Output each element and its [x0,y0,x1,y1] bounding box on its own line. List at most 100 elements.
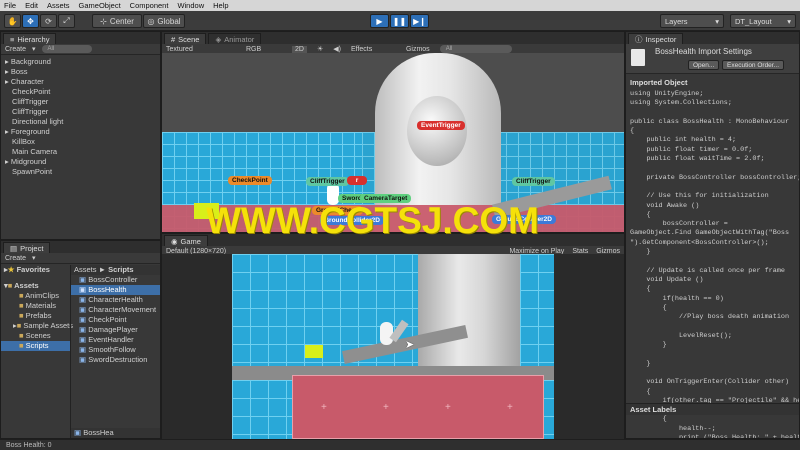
project-folder-item[interactable]: ■ Scripts [1,341,70,351]
breadcrumb-assets[interactable]: Assets [74,265,97,274]
scene-search-input[interactable]: All [439,45,512,53]
play-icon: ▶ [376,16,383,26]
step-button[interactable]: ▶❙ [410,14,429,28]
move-tool-button[interactable]: ✥ [22,14,39,28]
hierarchy-item[interactable]: SpawnPoint [1,167,160,177]
open-button[interactable]: Open... [688,60,720,70]
project-file-item[interactable]: ▣ CharacterHealth [71,295,160,305]
project-file-item[interactable]: ▣ DamagePlayer [71,325,160,335]
scale-tool-button[interactable]: ⤢ [58,14,75,28]
tab-project[interactable]: ▤ Project [3,242,51,253]
hierarchy-item[interactable]: ▸ Foreground [1,127,160,137]
hierarchy-item[interactable]: Directional light [1,117,160,127]
project-file-item[interactable]: ▣ CharacterMovement [71,305,160,315]
project-file-item[interactable]: ▣ BossHealth [71,285,160,295]
project-file-item[interactable]: ▣ SwordDestruction [71,355,160,365]
menu-gameobject[interactable]: GameObject [79,1,121,10]
script-icon: ▣ [79,335,87,344]
hierarchy-item[interactable]: CliffTrigger [1,97,160,107]
gizmos-dropdown[interactable]: Gizmos [406,46,430,53]
menu-edit[interactable]: Edit [25,1,38,10]
expand-arrow-icon[interactable]: ▸ [5,127,9,136]
menu-assets[interactable]: Assets [47,1,70,10]
project-folder-label: AnimClips [25,291,59,300]
event-trigger-label[interactable]: EventTrigger [417,121,465,130]
hierarchy-item[interactable]: ▸ Character [1,77,160,87]
plus-icon: + [383,402,389,413]
project-file-item[interactable]: ▣ EventHandler [71,335,160,345]
project-file-item[interactable]: ▣ CheckPoint [71,315,160,325]
project-folder-item[interactable]: ▸■ Sample Assets [1,321,73,331]
assets-label: Assets [14,281,39,290]
expand-arrow-icon[interactable]: ▸ [5,77,9,86]
tab-animator[interactable]: ◈ Animator [208,33,262,44]
tab-game[interactable]: ◉ Game [164,235,208,246]
tab-hierarchy[interactable]: ≡ Hierarchy [3,33,57,44]
script-icon: ▣ [79,295,87,304]
game-view[interactable]: + + + + ➤ [162,254,624,439]
script-icon: ▣ [74,428,82,437]
tab-scene[interactable]: # Scene [164,33,207,44]
plus-icon: + [507,402,513,413]
hierarchy-item-label: CliffTrigger [12,97,49,106]
menu-window[interactable]: Window [177,1,204,10]
hierarchy-item-label: SpawnPoint [12,167,53,176]
hierarchy-item[interactable]: ▸ Boss [1,67,160,77]
boss-label[interactable]: r [347,176,367,185]
expand-arrow-icon[interactable]: ▸ [5,57,9,66]
execution-order-button[interactable]: Execution Order... [722,60,785,70]
favorites-item[interactable]: ▸★ Favorites [1,265,70,275]
hierarchy-search-input[interactable]: All [41,45,92,53]
play-button[interactable]: ▶ [370,14,389,28]
checkpoint-label[interactable]: CheckPoint [228,176,272,185]
layers-label: Layers [665,16,688,26]
project-file-label: DamagePlayer [88,325,138,334]
layout-dropdown[interactable]: DT_Layout ▾ [730,14,796,28]
tab-inspector[interactable]: ⓘ Inspector [628,33,684,44]
menu-help[interactable]: Help [213,1,228,10]
render-mode-dropdown[interactable]: Textured [166,46,236,53]
effects-dropdown[interactable]: Effects [351,46,396,53]
cliff-trigger-label-2[interactable]: CliffTrigger [512,177,555,186]
hand-tool-button[interactable]: ✋ [4,14,21,28]
light-icon[interactable]: ☀ [317,45,323,53]
project-folder-item[interactable]: ■ Prefabs [1,311,70,321]
mode-2d-toggle[interactable]: 2D [292,45,307,53]
pause-button[interactable]: ❚❚ [390,14,409,28]
pivot-center-button[interactable]: ⊹ Center [92,14,142,28]
breadcrumb-scripts[interactable]: Scripts [108,265,133,274]
expand-arrow-icon[interactable]: ▸ [5,157,9,166]
project-folder-item[interactable]: ■ AnimClips [1,291,70,301]
assets-folder[interactable]: ▾■ Assets [1,281,70,291]
project-file-label: EventHandler [88,335,134,344]
script-icon: ▣ [79,275,87,284]
inspector-panel: ⓘ Inspector BossHealth Import Settings Op… [625,31,800,439]
plus-icon: + [445,402,451,413]
hierarchy-item[interactable]: KillBox [1,137,160,147]
hierarchy-item[interactable]: ▸ Midground [1,157,160,167]
project-create-button[interactable]: Create [5,255,26,262]
project-folder-item[interactable]: ■ Materials [1,301,70,311]
script-icon: ▣ [79,315,87,324]
project-folder-item[interactable]: ■ Scenes [1,331,70,341]
project-file-item[interactable]: ▣ SmoothFollow [71,345,160,355]
hierarchy-item[interactable]: CliffTrigger [1,107,160,117]
menu-file[interactable]: File [4,1,16,10]
rotate-tool-button[interactable]: ⟳ [40,14,57,28]
expand-arrow-icon[interactable]: ▸ [5,67,9,76]
layers-dropdown[interactable]: Layers ▾ [660,14,724,28]
hierarchy-item[interactable]: Main Camera [1,147,160,157]
scene-tabbar: # Scene ◈ Animator [162,32,624,44]
hierarchy-item[interactable]: CheckPoint [1,87,160,97]
global-local-button[interactable]: ◎ Global [143,14,185,28]
hierarchy-item[interactable]: ▸ Background [1,57,160,67]
cliff-trigger-text-2: CliffTrigger [516,178,551,185]
color-mode-dropdown[interactable]: RGB [246,46,282,53]
menu-component[interactable]: Component [130,1,169,10]
status-message: Boss Health: 0 [6,441,52,449]
hierarchy-item-label: CliffTrigger [12,107,49,116]
project-file-item[interactable]: ▣ BossController [71,275,160,285]
hierarchy-create-button[interactable]: Create [5,46,26,53]
cliff-trigger-label-1[interactable]: CliffTrigger [306,177,349,186]
audio-icon[interactable]: ◀) [333,45,341,53]
